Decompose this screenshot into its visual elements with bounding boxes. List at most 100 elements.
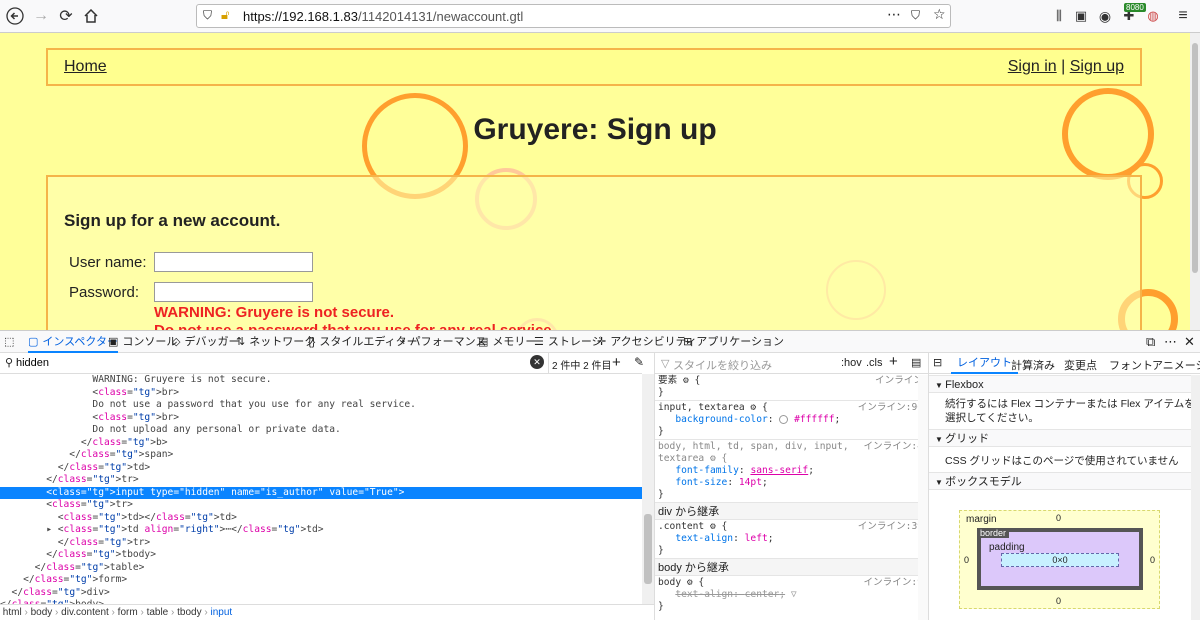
account-icon[interactable]: ◉	[1094, 5, 1116, 27]
rule-close: }	[658, 387, 664, 398]
warning-text-2: Do not use a password that you use for a…	[154, 322, 556, 330]
more-dots-icon[interactable]: ⋯	[887, 6, 901, 23]
markup-line[interactable]: </class="tg">b>	[0, 437, 642, 450]
breadcrumb-separator: ›	[52, 607, 62, 618]
breadcrumb-item[interactable]: div.content	[61, 607, 109, 618]
markup-line[interactable]: <class="tg">br>	[0, 412, 642, 425]
breadcrumb-separator: ›	[21, 607, 31, 618]
add-rule-icon[interactable]: +	[889, 353, 898, 370]
hov-button[interactable]: :hov	[841, 357, 862, 369]
rule-declaration[interactable]: font-size: 14pt;	[658, 477, 926, 490]
clear-search-icon[interactable]: ✕	[530, 355, 544, 369]
tab-changes[interactable]: 変更点	[1064, 357, 1097, 373]
filter-icon[interactable]: ▽	[791, 589, 797, 600]
sidebar-icon[interactable]: ▣	[1070, 5, 1092, 27]
breadcrumb-item[interactable]: html	[3, 607, 22, 618]
markup-line[interactable]: <class="tg">tr>	[0, 499, 642, 512]
box-model-border: border padding 0×0	[977, 528, 1143, 590]
sign-in-link[interactable]: Sign in	[1008, 58, 1057, 75]
home-icon[interactable]	[80, 5, 102, 27]
box-model-margin: margin 0 0 0 0 border padding 0×0	[959, 510, 1160, 609]
sign-up-link[interactable]: Sign up	[1070, 58, 1124, 75]
styles-filter-input[interactable]: スタイルを絞り込み	[673, 357, 772, 373]
markup-scrollbar[interactable]	[642, 374, 654, 604]
markup-line[interactable]: </class="tg">tr>	[0, 537, 642, 550]
page-scrollbar[interactable]	[1190, 33, 1200, 330]
url-bar[interactable]: ⛉ 🔓︎ https://192.168.1.83/1142014131/new…	[196, 4, 951, 28]
shield-icon: ⛉	[203, 8, 213, 22]
tab-performance[interactable]: ◔ パフォーマンス	[399, 331, 486, 353]
markup-line[interactable]: Do not use a password that you use for a…	[0, 399, 642, 412]
password-label: Password:	[69, 284, 140, 301]
pocket-icon[interactable]: ⛉	[911, 8, 920, 23]
cls-button[interactable]: .cls	[866, 357, 883, 369]
breadcrumb-separator: ›	[137, 607, 147, 618]
breadcrumb-item[interactable]: tbody	[177, 607, 201, 618]
grid-section-header[interactable]: ▼ グリッド	[929, 429, 1200, 447]
flexbox-section-header[interactable]: ▼ Flexbox	[929, 375, 1200, 393]
markup-line[interactable]: </class="tg">td>	[0, 462, 642, 475]
markup-line-selected[interactable]: <class="tg">input type="hidden" name="is…	[0, 486, 642, 499]
breadcrumb-separator: ›	[168, 607, 178, 618]
markup-line[interactable]: </class="tg">tr>	[0, 474, 642, 487]
markup-line[interactable]: ▸ <class="tg">td align="right">⋯</class=…	[0, 524, 642, 537]
tab-fonts[interactable]: フォント	[1109, 357, 1153, 373]
markup-line[interactable]: </class="tg">form>	[0, 574, 642, 587]
print-media-icon[interactable]: ▤	[911, 356, 921, 369]
markup-search-input[interactable]	[16, 355, 526, 371]
tab-storage[interactable]: ☰ ストレージ	[534, 331, 603, 353]
home-link[interactable]: Home	[64, 58, 107, 76]
rule-element: 要素 ⚙ {インライン	[658, 375, 923, 386]
tab-computed[interactable]: 計算済み	[1011, 357, 1055, 373]
breadcrumb-item[interactable]: form	[118, 607, 138, 618]
markup-line[interactable]: </class="tg">div>	[0, 587, 642, 600]
nav-separator: |	[1061, 58, 1066, 75]
markup-line[interactable]: Do not upload any personal or private da…	[0, 424, 642, 437]
rule-declaration-overridden[interactable]: text-align: center; ▽	[658, 589, 926, 602]
tab-accessibility[interactable]: ✛ アクセシビリティ	[597, 331, 697, 353]
markup-line[interactable]: </class="tg">tbody>	[0, 549, 642, 562]
markup-line[interactable]: <class="tg">br>	[0, 387, 642, 400]
dock-icon[interactable]: ⧉	[1146, 331, 1155, 353]
tab-animations[interactable]: アニメーシ	[1152, 357, 1200, 373]
top-menu-bar: Home Sign in | Sign up	[46, 48, 1142, 86]
rule-declaration[interactable]: text-align: left;	[658, 533, 926, 546]
tab-debugger[interactable]: ◇ デバッガー	[172, 331, 239, 353]
menu-icon[interactable]: ≡	[1172, 5, 1194, 27]
breadcrumb-item[interactable]: body	[31, 607, 53, 618]
markup-line[interactable]: <class="tg">td></class="tg">td>	[0, 512, 642, 525]
scrollbar-thumb[interactable]	[1192, 43, 1198, 273]
markup-line[interactable]: </class="tg">table>	[0, 562, 642, 575]
markup-line[interactable]: </class="tg">span>	[0, 449, 642, 462]
eyedropper-icon[interactable]: ✎	[634, 355, 644, 369]
rule-declaration[interactable]: font-family: sans-serif;	[658, 465, 926, 478]
password-input[interactable]	[154, 282, 313, 302]
markup-line[interactable]: WARNING: Gruyere is not secure.	[0, 374, 642, 387]
toggle-sidebar-icon[interactable]: ⊟	[933, 356, 942, 369]
library-icon[interactable]: ⫼	[1048, 5, 1070, 27]
tab-application[interactable]: ⊞ アプリケーション	[683, 331, 784, 353]
add-node-icon[interactable]: +	[612, 354, 621, 371]
boxmodel-section-header[interactable]: ▼ ボックスモデル	[929, 472, 1200, 490]
pick-element-icon[interactable]: ⬚	[4, 331, 14, 353]
bookmark-star-icon[interactable]: ☆	[933, 6, 946, 23]
rule-declaration[interactable]: background-color: #ffffff;	[658, 414, 926, 427]
breadcrumb-item[interactable]: input	[211, 607, 233, 618]
breadcrumb-item[interactable]: table	[147, 607, 169, 618]
devtools-tabbar: ⬚ ▢ インスペクター ▣ コンソール ◇ デバッガー ⇅ ネットワーク {} スタイルエ…	[0, 331, 1200, 353]
inherited-from-div: div から継承	[655, 502, 928, 520]
addon-icon[interactable]: ◍	[1142, 5, 1164, 27]
more-options-icon[interactable]: ⋯	[1164, 331, 1177, 353]
username-input[interactable]	[154, 252, 313, 272]
tab-network[interactable]: ⇅ ネットワーク	[236, 331, 315, 353]
tab-layout[interactable]: レイアウト	[951, 353, 1018, 374]
back-icon[interactable]	[4, 5, 26, 27]
tab-console[interactable]: ▣ コンソール	[108, 331, 177, 353]
reload-icon[interactable]: ⟳	[55, 5, 77, 27]
forward-icon[interactable]: →	[30, 5, 52, 27]
tab-memory[interactable]: ▤ メモリー	[478, 331, 536, 353]
breadcrumb-separator: ›	[201, 607, 211, 618]
tab-inspector[interactable]: ▢ インスペクター	[28, 331, 118, 353]
close-devtools-icon[interactable]: ✕	[1184, 331, 1195, 353]
rule-close: }	[658, 489, 664, 500]
